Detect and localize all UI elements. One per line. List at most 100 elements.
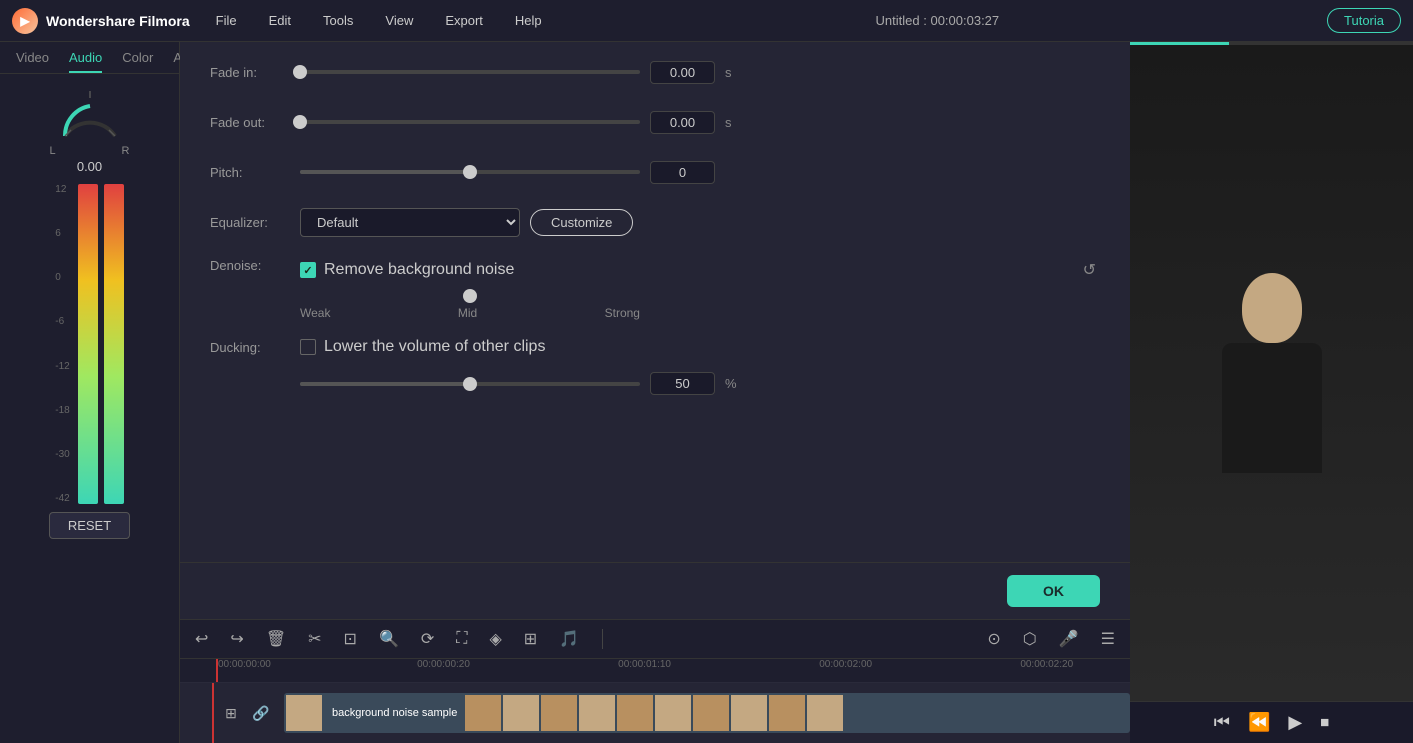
logo-icon: ▶	[12, 8, 38, 34]
fade-out-value[interactable]: 0.00	[650, 111, 715, 134]
thumb-6	[617, 695, 653, 731]
fade-in-slider-track[interactable]	[300, 70, 640, 74]
list-button[interactable]: ☰	[1098, 626, 1118, 652]
toolbar-separator	[602, 629, 603, 649]
thumb-11	[807, 695, 843, 731]
denoise-checkbox-row: ✓ Remove background noise ↺	[300, 256, 1100, 284]
rewind-button[interactable]: ⏮	[1214, 712, 1230, 733]
menu-view[interactable]: View	[379, 9, 419, 32]
ducking-slider-track[interactable]	[300, 382, 640, 386]
left-panel: Video Audio Color Animation L R	[0, 42, 180, 743]
denoise-mid-label: Mid	[458, 306, 477, 320]
fade-in-value[interactable]: 0.00	[650, 61, 715, 84]
ducking-row: Ducking: Lower the volume of other clips…	[210, 338, 1100, 395]
undo-button[interactable]: ↩	[192, 626, 211, 652]
audio-settings: Fade in: 0.00 s Fade out:	[180, 42, 1130, 562]
tab-bar: Video Audio Color Animation	[0, 42, 179, 74]
meter-bar-left	[78, 184, 98, 504]
center-panel: Fade in: 0.00 s Fade out:	[180, 42, 1130, 743]
app-logo: ▶ Wondershare Filmora	[12, 8, 190, 34]
equalizer-control: Default Customize	[300, 208, 1100, 237]
thumb-2	[465, 695, 501, 731]
zoom-button[interactable]: 🔍	[376, 626, 402, 652]
rotate-button[interactable]: ⟳	[418, 626, 437, 652]
video-preview	[1130, 45, 1413, 701]
timeline-track-area: ⊞ 🔗 background noise sample	[180, 683, 1130, 743]
pitch-value[interactable]: 0	[650, 161, 715, 184]
person-head	[1242, 273, 1302, 343]
equalizer-select[interactable]: Default	[300, 208, 520, 237]
ducking-label: Ducking:	[210, 338, 300, 355]
audio-meter: L R 0.00 12 6 0 -6 -12 -18 -30 -42	[0, 74, 179, 743]
timeline-track[interactable]: background noise sample	[284, 693, 1130, 733]
marker-button[interactable]: ◈	[486, 626, 504, 652]
step-back-button[interactable]: ⏪	[1248, 712, 1270, 733]
ducking-checkbox-label: Lower the volume of other clips	[324, 338, 545, 356]
delete-button[interactable]: 🗑	[263, 626, 289, 652]
denoise-reset-button[interactable]: ↺	[1079, 256, 1100, 284]
denoise-checkbox[interactable]: ✓	[300, 262, 316, 278]
thumb-7	[655, 695, 691, 731]
fit-button[interactable]: ⛶	[453, 627, 470, 651]
motion-button[interactable]: ⊙	[984, 626, 1003, 652]
shield-button[interactable]: ⬡	[1020, 626, 1040, 652]
playhead-line	[216, 659, 218, 682]
thumb-9	[731, 695, 767, 731]
fade-in-label: Fade in:	[210, 65, 300, 80]
equalizer-row: Equalizer: Default Customize	[210, 206, 1100, 238]
thumb-5	[579, 695, 615, 731]
fade-out-label: Fade out:	[210, 115, 300, 130]
ruler-ts-0: 00:00:00:00	[218, 659, 271, 670]
fade-in-control: 0.00 s	[300, 61, 1100, 84]
menu-edit[interactable]: Edit	[263, 9, 297, 32]
meter-bar-right	[104, 184, 124, 504]
video-controls: ⏮ ⏪ ▶ ⏹	[1130, 701, 1413, 743]
scale-minus6: -6	[55, 316, 69, 327]
menu-file[interactable]: File	[210, 9, 243, 32]
ruler-area: 00:00:00:00 00:00:00:20 00:00:01:10 00:0…	[216, 659, 1130, 682]
cut-button[interactable]: ✂	[305, 626, 324, 652]
scale-minus30: -30	[55, 449, 69, 460]
reset-button[interactable]: RESET	[49, 512, 130, 539]
menu-tools[interactable]: Tools	[317, 9, 359, 32]
denoise-checkbox-label: Remove background noise	[324, 261, 514, 279]
thumb-4	[541, 695, 577, 731]
ducking-checkbox[interactable]	[300, 339, 316, 355]
redo-button[interactable]: ↪	[227, 626, 246, 652]
add-track-button[interactable]: ⊞	[222, 702, 240, 725]
ducking-section: Lower the volume of other clips 50 %	[300, 338, 1100, 395]
tutorial-button[interactable]: Tutoria	[1327, 8, 1401, 33]
audio-button[interactable]: 🎵	[556, 626, 582, 652]
play-button[interactable]: ▶	[1288, 712, 1302, 733]
ruler-ts-2: 00:00:01:10	[618, 659, 671, 670]
menu-export[interactable]: Export	[439, 9, 489, 32]
track-label: background noise sample	[326, 707, 463, 719]
fade-out-slider-track[interactable]	[300, 120, 640, 124]
scale-minus18: -18	[55, 405, 69, 416]
menu-bar: ▶ Wondershare Filmora File Edit Tools Vi…	[0, 0, 1413, 42]
scale-6: 6	[55, 228, 69, 239]
pitch-slider-track[interactable]	[300, 170, 640, 174]
link-button[interactable]: 🔗	[249, 702, 272, 725]
thumb-8	[693, 695, 729, 731]
volume-dial[interactable]	[50, 86, 130, 141]
person-body	[1222, 343, 1322, 473]
customize-button[interactable]: Customize	[530, 209, 633, 236]
ducking-value[interactable]: 50	[650, 372, 715, 395]
crop-button[interactable]: ⊡	[341, 626, 360, 652]
denoise-label: Denoise:	[210, 256, 300, 273]
ok-button[interactable]: OK	[1007, 575, 1100, 607]
lr-labels: L R	[50, 145, 130, 157]
stop-button[interactable]: ⏹	[1320, 712, 1329, 733]
toolbar-row: ↩ ↪ 🗑 ✂ ⊡ 🔍 ⟳ ⛶ ◈ ⊞ 🎵 ⊙ ⬡ 🎤 ☰	[180, 620, 1130, 659]
pitch-label: Pitch:	[210, 165, 300, 180]
tab-audio[interactable]: Audio	[69, 50, 102, 73]
scale-minus42: -42	[55, 493, 69, 504]
tab-color[interactable]: Color	[122, 50, 153, 73]
person-silhouette	[1212, 273, 1332, 473]
adjust-button[interactable]: ⊞	[521, 626, 540, 652]
tab-video[interactable]: Video	[16, 50, 49, 73]
menu-help[interactable]: Help	[509, 9, 548, 32]
mic-button[interactable]: 🎤	[1056, 626, 1082, 652]
scale-minus12: -12	[55, 361, 69, 372]
